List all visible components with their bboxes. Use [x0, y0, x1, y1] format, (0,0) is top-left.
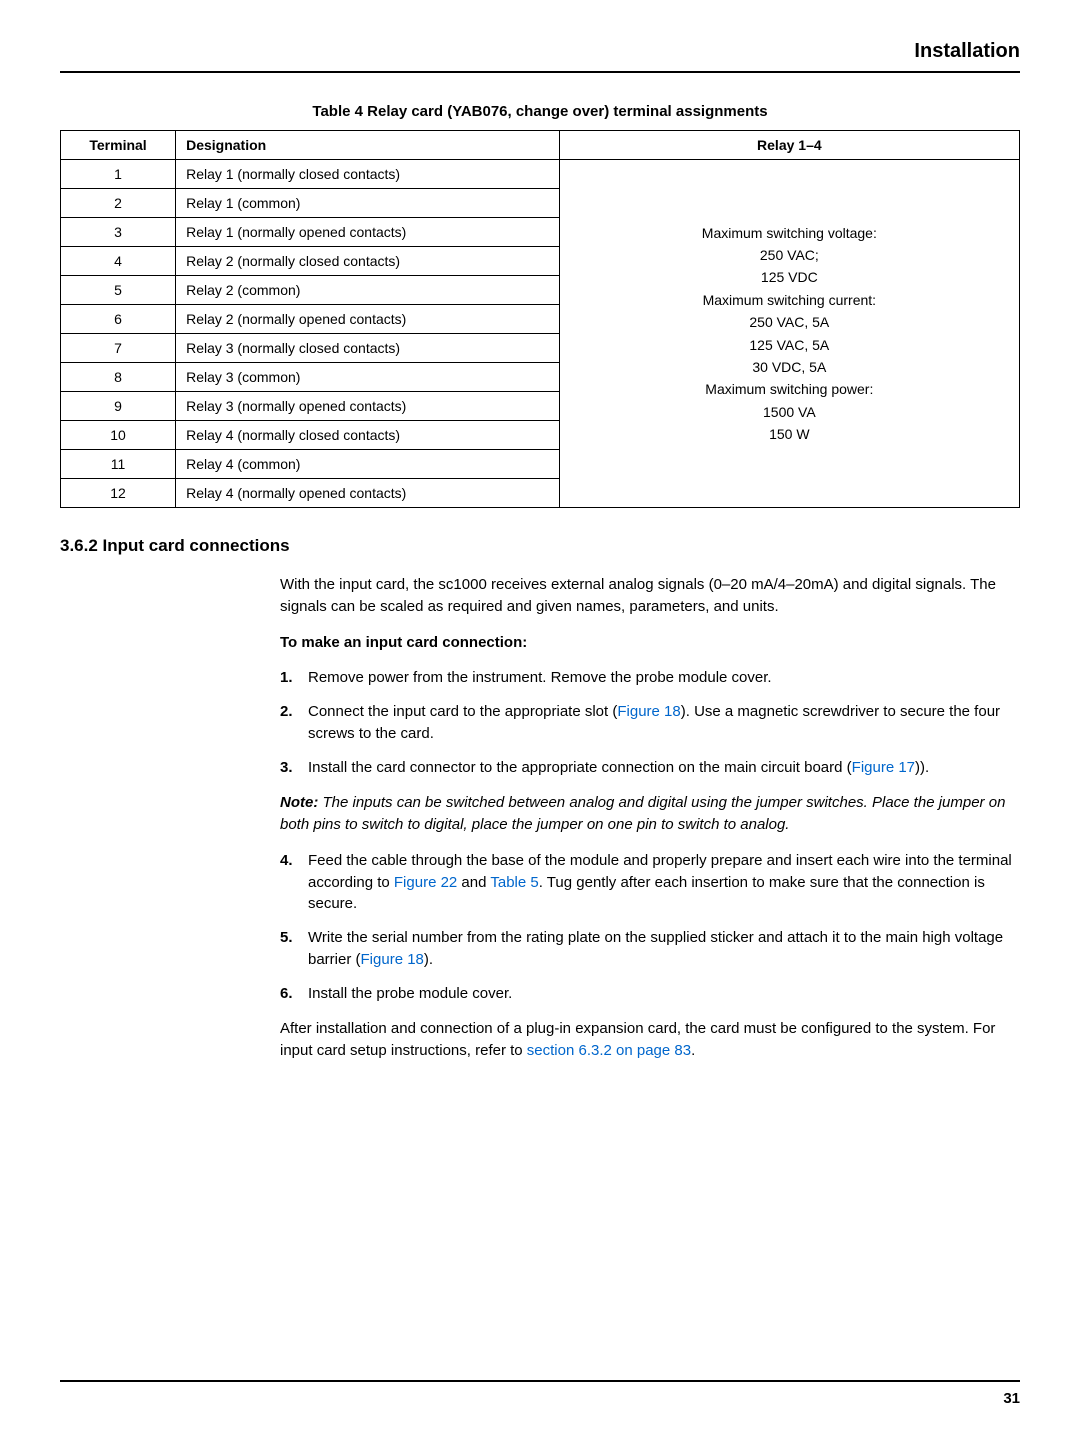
cell-designation: Relay 2 (normally opened contacts) — [176, 305, 560, 334]
cell-terminal: 11 — [61, 450, 176, 479]
cell-terminal: 4 — [61, 247, 176, 276]
th-terminal: Terminal — [61, 131, 176, 160]
steps-list-1: Remove power from the instrument. Remove… — [280, 667, 1020, 778]
cell-designation: Relay 4 (normally opened contacts) — [176, 479, 560, 508]
note-paragraph: Note: The inputs can be switched between… — [280, 792, 1020, 836]
sub-heading: To make an input card connection: — [280, 632, 1020, 654]
relay-line: 250 VAC, 5A — [570, 311, 1009, 333]
cell-terminal: 1 — [61, 160, 176, 189]
cell-designation: Relay 2 (normally closed contacts) — [176, 247, 560, 276]
step-text: ). — [424, 951, 433, 968]
cell-relay-spec: Maximum switching voltage: 250 VAC; 125 … — [559, 160, 1019, 508]
step-text: Connect the input card to the appropriat… — [308, 703, 617, 720]
cell-terminal: 8 — [61, 363, 176, 392]
table-link[interactable]: Table 5 — [490, 874, 538, 891]
cell-terminal: 2 — [61, 189, 176, 218]
section-heading: 3.6.2 Input card connections — [60, 536, 1020, 556]
cell-terminal: 9 — [61, 392, 176, 421]
steps-list-2: Feed the cable through the base of the m… — [280, 850, 1020, 1005]
cell-terminal: 10 — [61, 421, 176, 450]
step-text: Remove power from the instrument. Remove… — [308, 669, 772, 686]
step-item: Connect the input card to the appropriat… — [280, 701, 1020, 745]
relay-line: 1500 VA — [570, 401, 1009, 423]
step-item: Remove power from the instrument. Remove… — [280, 667, 1020, 689]
intro-paragraph: With the input card, the sc1000 receives… — [280, 574, 1020, 618]
relay-line: Maximum switching power: — [570, 378, 1009, 400]
cell-terminal: 12 — [61, 479, 176, 508]
step-text: Install the card connector to the approp… — [308, 759, 852, 776]
outro-text: . — [691, 1042, 695, 1059]
cell-designation: Relay 1 (normally opened contacts) — [176, 218, 560, 247]
step-item: Install the card connector to the approp… — [280, 757, 1020, 779]
table-row: 1 Relay 1 (normally closed contacts) Max… — [61, 160, 1020, 189]
cell-terminal: 7 — [61, 334, 176, 363]
page-footer: 31 — [60, 1380, 1020, 1407]
step-item: Feed the cable through the base of the m… — [280, 850, 1020, 915]
figure-link[interactable]: Figure 22 — [394, 874, 457, 891]
section-header: Installation — [60, 40, 1020, 73]
figure-link[interactable]: Figure 18 — [617, 703, 680, 720]
cell-designation: Relay 4 (normally closed contacts) — [176, 421, 560, 450]
cell-designation: Relay 3 (common) — [176, 363, 560, 392]
cell-designation: Relay 4 (common) — [176, 450, 560, 479]
relay-line: Maximum switching voltage: — [570, 222, 1009, 244]
relay-line: Maximum switching current: — [570, 289, 1009, 311]
relay-line: 125 VDC — [570, 266, 1009, 288]
th-relay: Relay 1–4 — [559, 131, 1019, 160]
step-text: Install the probe module cover. — [308, 985, 512, 1002]
relay-line: 250 VAC; — [570, 244, 1009, 266]
cell-designation: Relay 1 (normally closed contacts) — [176, 160, 560, 189]
th-designation: Designation — [176, 131, 560, 160]
note-label: Note: — [280, 794, 318, 811]
cell-terminal: 6 — [61, 305, 176, 334]
relay-table: Terminal Designation Relay 1–4 1 Relay 1… — [60, 130, 1020, 508]
cell-designation: Relay 1 (common) — [176, 189, 560, 218]
cell-designation: Relay 2 (common) — [176, 276, 560, 305]
relay-line: 125 VAC, 5A — [570, 334, 1009, 356]
step-item: Write the serial number from the rating … — [280, 927, 1020, 971]
cell-designation: Relay 3 (normally closed contacts) — [176, 334, 560, 363]
table-header-row: Terminal Designation Relay 1–4 — [61, 131, 1020, 160]
note-body: The inputs can be switched between analo… — [280, 794, 1005, 833]
figure-link[interactable]: Figure 18 — [361, 951, 424, 968]
cell-terminal: 3 — [61, 218, 176, 247]
outro-paragraph: After installation and connection of a p… — [280, 1018, 1020, 1062]
cell-terminal: 5 — [61, 276, 176, 305]
cell-designation: Relay 3 (normally opened contacts) — [176, 392, 560, 421]
step-text: and — [457, 874, 490, 891]
step-item: Install the probe module cover. — [280, 983, 1020, 1005]
relay-line: 150 W — [570, 423, 1009, 445]
relay-line: 30 VDC, 5A — [570, 356, 1009, 378]
page-number: 31 — [1003, 1390, 1020, 1407]
table-caption: Table 4 Relay card (YAB076, change over)… — [60, 103, 1020, 120]
step-text: )). — [915, 759, 929, 776]
section-link[interactable]: section 6.3.2 on page 83 — [527, 1042, 691, 1059]
figure-link[interactable]: Figure 17 — [852, 759, 915, 776]
